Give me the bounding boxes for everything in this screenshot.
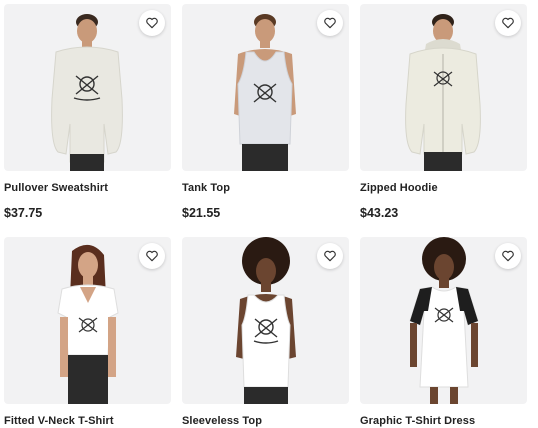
favorite-button[interactable] (495, 243, 521, 269)
product-title[interactable]: Pullover Sweatshirt (4, 182, 108, 194)
product-title[interactable]: Zipped Hoodie (360, 182, 438, 194)
product-card[interactable]: Tank Top $21.55 (182, 4, 349, 220)
heart-outline-icon (324, 17, 336, 29)
product-price: $43.23 (360, 206, 399, 220)
product-image[interactable] (182, 237, 349, 404)
heart-outline-icon (502, 250, 514, 262)
product-title[interactable]: Graphic T-Shirt Dress (360, 415, 475, 427)
product-title[interactable]: Tank Top (182, 182, 230, 194)
product-card[interactable]: Pullover Sweatshirt $37.75 (4, 4, 171, 220)
product-title[interactable]: Sleeveless Top (182, 415, 262, 427)
product-title[interactable]: Fitted V-Neck T-Shirt (4, 415, 114, 427)
heart-outline-icon (502, 17, 514, 29)
product-price: $21.55 (182, 206, 221, 220)
product-card[interactable]: Graphic T-Shirt Dress (360, 237, 527, 427)
favorite-button[interactable] (317, 10, 343, 36)
product-image[interactable] (360, 4, 527, 171)
heart-outline-icon (146, 250, 158, 262)
product-card[interactable]: Zipped Hoodie $43.23 (360, 4, 527, 220)
favorite-button[interactable] (495, 10, 521, 36)
product-price: $37.75 (4, 206, 43, 220)
product-card[interactable]: Fitted V-Neck T-Shirt (4, 237, 171, 427)
favorite-button[interactable] (139, 243, 165, 269)
product-image[interactable] (360, 237, 527, 404)
heart-outline-icon (324, 250, 336, 262)
heart-outline-icon (146, 17, 158, 29)
product-image[interactable] (4, 237, 171, 404)
product-image[interactable] (182, 4, 349, 171)
favorite-button[interactable] (139, 10, 165, 36)
product-image[interactable] (4, 4, 171, 171)
product-card[interactable]: Sleeveless Top (182, 237, 349, 427)
favorite-button[interactable] (317, 243, 343, 269)
